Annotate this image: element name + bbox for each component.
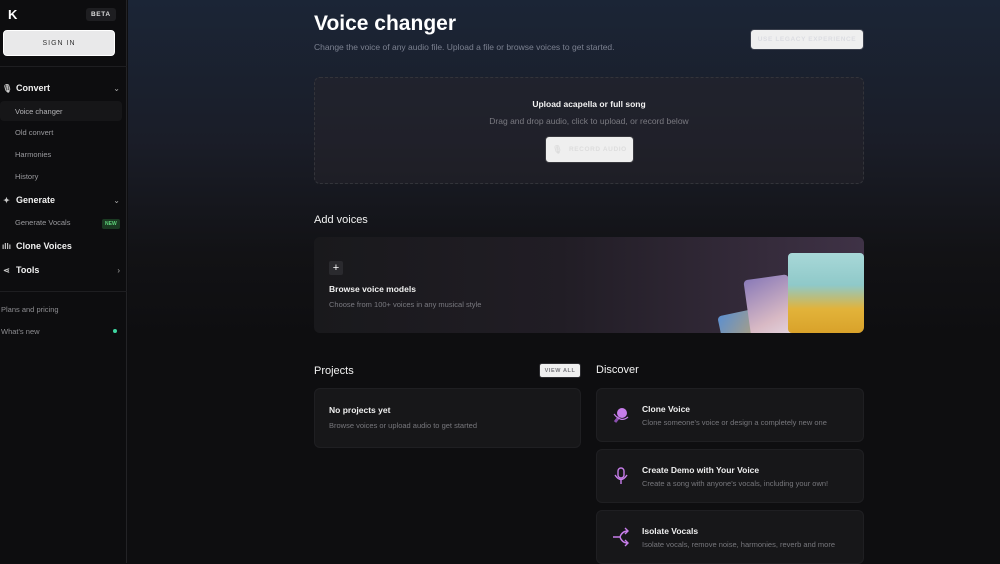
sidebar-item-old-convert[interactable]: Old convert bbox=[15, 128, 53, 137]
section-label: Clone Voices bbox=[16, 241, 72, 251]
microphone-icon: 🎙︎ bbox=[2, 83, 13, 93]
sidebar-item-clone-voices[interactable]: ıllı Clone Voices bbox=[2, 241, 120, 251]
split-arrows-icon bbox=[613, 527, 629, 547]
browse-title: Browse voice models bbox=[329, 284, 416, 294]
sidebar-section-convert[interactable]: 🎙︎ Convert ⌄ bbox=[2, 83, 120, 93]
sidebar-item-generate-vocals[interactable]: Generate Vocals bbox=[15, 218, 70, 227]
chevron-right-icon: › bbox=[117, 265, 120, 275]
add-voices-heading: Add voices bbox=[314, 214, 368, 226]
upload-title: Upload acapella or full song bbox=[532, 99, 646, 109]
page-subtitle: Change the voice of any audio file. Uplo… bbox=[314, 42, 615, 52]
sidebar-item-history[interactable]: History bbox=[15, 172, 38, 181]
plus-icon: + bbox=[329, 261, 343, 275]
page-title: Voice changer bbox=[314, 12, 456, 35]
microphone-icon bbox=[614, 467, 628, 484]
section-label: Tools bbox=[16, 265, 40, 275]
upload-subtitle: Drag and drop audio, click to upload, or… bbox=[489, 116, 689, 126]
record-audio-button[interactable]: 🎙︎ RECORD AUDIO bbox=[545, 136, 634, 163]
discover-subtitle: Isolate vocals, remove noise, harmonies,… bbox=[642, 540, 836, 549]
discover-item-create-demo[interactable]: Create Demo with Your Voice Create a son… bbox=[596, 449, 864, 503]
new-badge: NEW bbox=[102, 219, 120, 229]
discover-item-isolate-vocals[interactable]: Isolate Vocals Isolate vocals, remove no… bbox=[596, 510, 864, 564]
projects-heading: Projects bbox=[314, 365, 354, 377]
upload-dropzone[interactable]: Upload acapella or full song Drag and dr… bbox=[314, 77, 864, 184]
whats-new-link[interactable]: What's new bbox=[1, 327, 40, 336]
record-audio-label: RECORD AUDIO bbox=[568, 146, 627, 153]
tools-icon: ⋖ bbox=[3, 265, 10, 275]
divider bbox=[0, 291, 127, 292]
discover-title: Create Demo with Your Voice bbox=[642, 465, 760, 475]
logo[interactable]: K bbox=[8, 7, 20, 22]
plans-and-pricing-link[interactable]: Plans and pricing bbox=[1, 305, 59, 314]
waveform-icon: ıllı bbox=[2, 241, 11, 251]
sparkle-icon: ✦ bbox=[3, 195, 10, 205]
notification-dot bbox=[113, 329, 117, 333]
main-content: Voice changer Change the voice of any au… bbox=[128, 0, 1000, 564]
sidebar-section-generate[interactable]: ✦ Generate ⌄ bbox=[2, 195, 120, 205]
section-label: Generate bbox=[16, 195, 56, 205]
sidebar-section-tools[interactable]: ⋖ Tools › bbox=[2, 265, 120, 275]
discover-title: Clone Voice bbox=[642, 404, 691, 414]
chevron-down-icon: ⌄ bbox=[113, 83, 120, 93]
discover-item-clone-voice[interactable]: Clone Voice Clone someone's voice or des… bbox=[596, 388, 864, 442]
beta-badge: BETA bbox=[86, 8, 116, 21]
discover-subtitle: Create a song with anyone's vocals, incl… bbox=[642, 479, 829, 488]
sidebar-item-voice-changer[interactable]: Voice changer bbox=[0, 101, 122, 121]
browse-subtitle: Choose from 100+ voices in any musical s… bbox=[329, 300, 482, 309]
discover-subtitle: Clone someone's voice or design a comple… bbox=[642, 418, 827, 427]
chevron-down-icon: ⌄ bbox=[113, 195, 120, 205]
browse-voice-models-card[interactable]: + Browse voice models Choose from 100+ v… bbox=[314, 237, 864, 333]
clone-voice-icon bbox=[613, 408, 629, 423]
sign-in-button[interactable]: SIGN IN bbox=[3, 30, 115, 56]
microphone-icon: 🎙︎ bbox=[552, 145, 563, 154]
sidebar-item-harmonies[interactable]: Harmonies bbox=[15, 150, 51, 159]
projects-empty-card: No projects yet Browse voices or upload … bbox=[314, 388, 581, 448]
empty-title: No projects yet bbox=[329, 405, 391, 415]
discover-heading: Discover bbox=[596, 364, 639, 376]
empty-subtitle: Browse voices or upload audio to get sta… bbox=[329, 421, 478, 430]
discover-title: Isolate Vocals bbox=[642, 526, 699, 536]
divider bbox=[0, 66, 127, 67]
sidebar: K BETA SIGN IN 🎙︎ Convert ⌄ Voice change… bbox=[0, 0, 127, 563]
section-label: Convert bbox=[16, 83, 51, 93]
view-all-projects-button[interactable]: VIEW ALL bbox=[539, 363, 581, 378]
voice-artist-image bbox=[788, 253, 864, 333]
use-legacy-experience-button[interactable]: USE LEGACY EXPERIENCE bbox=[750, 29, 864, 50]
